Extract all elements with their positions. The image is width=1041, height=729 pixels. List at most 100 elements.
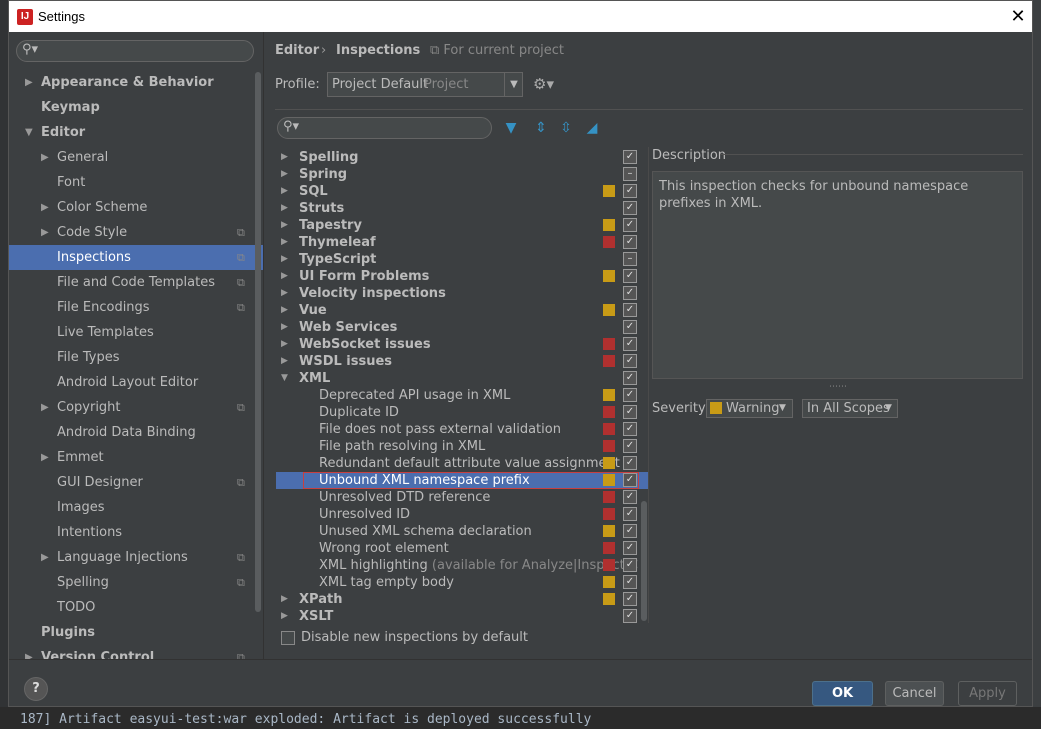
settings-tree-item[interactable]: Android Layout Editor [9, 370, 263, 395]
chevron-right-icon[interactable]: ▶ [281, 285, 288, 302]
inspection-enabled-checkbox[interactable]: ✓ [623, 558, 637, 572]
inspection-enabled-checkbox[interactable]: ✓ [623, 575, 637, 589]
settings-search-input[interactable]: ⚲▾ [16, 40, 254, 62]
inspection-enabled-checkbox[interactable]: ✓ [623, 201, 637, 215]
inspection-row[interactable]: Duplicate ID ✓ [276, 404, 648, 421]
settings-tree-item[interactable]: Images [9, 495, 263, 520]
inspection-group-row[interactable]: ▶ XSLT ✓ [276, 608, 648, 623]
inspection-search-input[interactable]: ⚲▾ [277, 117, 492, 139]
chevron-right-icon[interactable]: ▶ [41, 145, 49, 170]
settings-tree-item[interactable]: ▶ Color Scheme [9, 195, 263, 220]
inspection-enabled-checkbox[interactable]: ✓ [623, 490, 637, 504]
collapse-all-icon[interactable]: ⇳ [557, 119, 575, 137]
inspection-group-row[interactable]: ▶ Velocity inspections ✓ [276, 285, 648, 302]
inspection-row[interactable]: File path resolving in XML ✓ [276, 438, 648, 455]
inspection-enabled-checkbox[interactable]: – [623, 252, 637, 266]
expand-all-icon[interactable]: ⇕ [532, 119, 550, 137]
inspection-group-row[interactable]: ▶ Spring – [276, 166, 648, 183]
inspection-enabled-checkbox[interactable]: ✓ [623, 184, 637, 198]
chevron-right-icon[interactable]: ▶ [281, 353, 288, 370]
inspection-group-row[interactable]: ▶ Vue ✓ [276, 302, 648, 319]
inspection-group-row[interactable]: ▶ WSDL issues ✓ [276, 353, 648, 370]
inspection-enabled-checkbox[interactable]: ✓ [623, 235, 637, 249]
profile-dropdown[interactable]: Project Default Project ▼ [327, 72, 523, 97]
settings-tree-item[interactable]: Intentions [9, 520, 263, 545]
disable-new-inspections-label[interactable]: Disable new inspections by default [301, 630, 528, 645]
chevron-right-icon[interactable]: ▶ [281, 268, 288, 285]
inspection-group-row[interactable]: ▼ XML ✓ [276, 370, 648, 387]
chevron-right-icon[interactable]: ▶ [281, 251, 288, 268]
chevron-right-icon[interactable]: ▶ [41, 395, 49, 420]
help-button[interactable]: ? [24, 677, 48, 701]
inspection-enabled-checkbox[interactable]: ✓ [623, 456, 637, 470]
settings-tree-item[interactable]: ▶ Copyright ⧉ [9, 395, 263, 420]
chevron-right-icon[interactable]: ▶ [281, 149, 288, 166]
settings-tree-item[interactable]: File Encodings ⧉ [9, 295, 263, 320]
inspection-enabled-checkbox[interactable]: ✓ [623, 405, 637, 419]
chevron-right-icon[interactable]: ▶ [281, 234, 288, 251]
chevron-right-icon[interactable]: ▶ [281, 217, 288, 234]
reset-eraser-icon[interactable]: ◢ [583, 119, 601, 137]
inspection-enabled-checkbox[interactable]: ✓ [623, 303, 637, 317]
settings-tree-item[interactable]: Live Templates [9, 320, 263, 345]
chevron-right-icon[interactable]: ▶ [281, 608, 288, 623]
inspection-row[interactable]: Deprecated API usage in XML ✓ [276, 387, 648, 404]
inspection-enabled-checkbox[interactable]: ✓ [623, 286, 637, 300]
chevron-right-icon[interactable]: ▶ [41, 445, 49, 470]
inspection-enabled-checkbox[interactable]: ✓ [623, 592, 637, 606]
inspection-enabled-checkbox[interactable]: ✓ [623, 541, 637, 555]
gear-icon[interactable]: ⚙▾ [533, 75, 554, 93]
cancel-button[interactable]: Cancel [885, 681, 944, 706]
chevron-right-icon[interactable]: ▶ [281, 591, 288, 608]
inspection-row[interactable]: File does not pass external validation ✓ [276, 421, 648, 438]
settings-tree-item[interactable]: ▶ Code Style ⧉ [9, 220, 263, 245]
inspection-enabled-checkbox[interactable]: ✓ [623, 524, 637, 538]
settings-tree-item[interactable]: File and Code Templates ⧉ [9, 270, 263, 295]
apply-button[interactable]: Apply [958, 681, 1017, 706]
inspection-row[interactable]: Unresolved ID ✓ [276, 506, 648, 523]
inspection-row[interactable]: Redundant default attribute value assign… [276, 455, 648, 472]
chevron-right-icon[interactable]: ▶ [281, 200, 288, 217]
inspection-group-row[interactable]: ▶ SQL ✓ [276, 183, 648, 200]
splitter-grip-icon[interactable]: ⋯⋯ [829, 382, 847, 392]
inspection-enabled-checkbox[interactable]: ✓ [623, 337, 637, 351]
settings-tree-item[interactable]: ▶ Version Control ⧉ [9, 645, 263, 659]
inspection-row[interactable]: Wrong root element ✓ [276, 540, 648, 557]
chevron-down-icon[interactable]: ▼ [25, 120, 33, 145]
settings-tree-item[interactable]: ▶ Emmet [9, 445, 263, 470]
inspection-group-row[interactable]: ▶ Thymeleaf ✓ [276, 234, 648, 251]
disable-new-inspections-checkbox[interactable] [281, 631, 295, 645]
settings-tree-item[interactable]: ▼ Editor [9, 120, 263, 145]
inspection-group-row[interactable]: ▶ XPath ✓ [276, 591, 648, 608]
chevron-right-icon[interactable]: ▶ [281, 302, 288, 319]
inspection-enabled-checkbox[interactable]: ✓ [623, 422, 637, 436]
settings-tree-item[interactable]: Font [9, 170, 263, 195]
inspection-group-row[interactable]: ▶ Struts ✓ [276, 200, 648, 217]
settings-tree-item[interactable]: Inspections ⧉ [9, 245, 263, 270]
settings-tree-item[interactable]: TODO [9, 595, 263, 620]
chevron-right-icon[interactable]: ▶ [41, 545, 49, 570]
inspection-row[interactable]: XML tag empty body ✓ [276, 574, 648, 591]
inspection-group-row[interactable]: ▶ Spelling ✓ [276, 149, 648, 166]
chevron-right-icon[interactable]: ▶ [41, 195, 49, 220]
inspection-enabled-checkbox[interactable]: ✓ [623, 218, 637, 232]
scope-dropdown[interactable]: In All Scopes ▼ [802, 399, 898, 418]
settings-tree-item[interactable]: ▶ Appearance & Behavior [9, 70, 263, 95]
settings-tree-scrollbar[interactable] [255, 72, 261, 612]
chevron-down-icon[interactable]: ▼ [281, 370, 288, 387]
inspection-enabled-checkbox[interactable]: ✓ [623, 507, 637, 521]
inspection-enabled-checkbox[interactable]: ✓ [623, 371, 637, 385]
chevron-right-icon[interactable]: ▶ [281, 166, 288, 183]
chevron-right-icon[interactable]: ▶ [281, 336, 288, 353]
inspection-group-row[interactable]: ▶ UI Form Problems ✓ [276, 268, 648, 285]
ok-button[interactable]: OK [812, 681, 873, 706]
chevron-right-icon[interactable]: ▶ [41, 220, 49, 245]
inspection-enabled-checkbox[interactable]: – [623, 167, 637, 181]
inspection-enabled-checkbox[interactable]: ✓ [623, 150, 637, 164]
inspection-enabled-checkbox[interactable]: ✓ [623, 354, 637, 368]
settings-tree-item[interactable]: Keymap [9, 95, 263, 120]
chevron-right-icon[interactable]: ▶ [281, 319, 288, 336]
inspection-tree-scrollbar[interactable] [641, 501, 647, 621]
inspection-enabled-checkbox[interactable]: ✓ [623, 439, 637, 453]
filter-icon[interactable]: ▼ [502, 119, 520, 137]
